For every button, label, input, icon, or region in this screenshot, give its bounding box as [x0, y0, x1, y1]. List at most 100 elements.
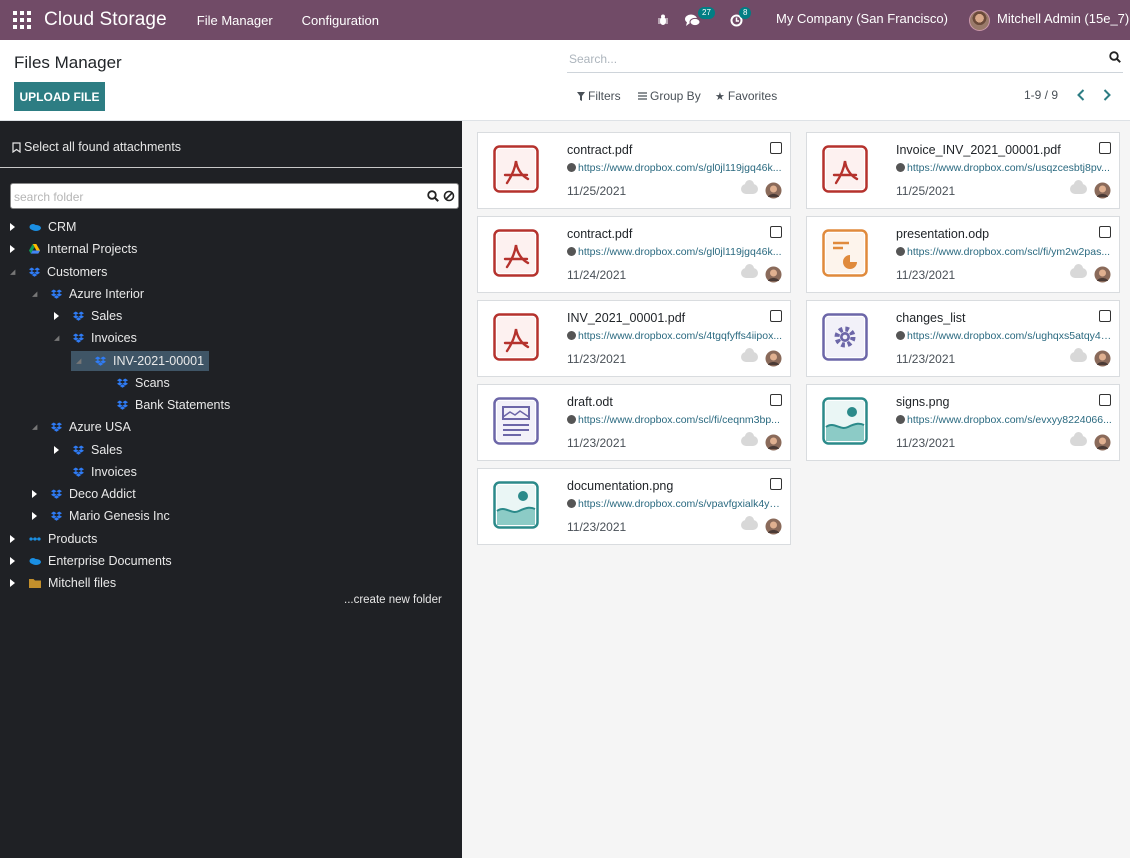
select-checkbox[interactable] [770, 478, 782, 490]
pager-next-icon[interactable] [1103, 89, 1111, 101]
clear-search-icon[interactable] [443, 190, 455, 202]
expand-caret-icon[interactable] [10, 579, 15, 587]
expand-caret-icon[interactable] [32, 512, 37, 521]
file-card[interactable]: INV_2021_00001.pdf https://www.dropbox.co… [477, 300, 791, 377]
document-icon[interactable] [493, 397, 539, 448]
group-by-button[interactable]: Group By [638, 89, 701, 103]
folder-item[interactable]: ◢ Customers [10, 262, 107, 282]
upload-file-button[interactable]: UPLOAD FILE [14, 82, 105, 111]
search-input[interactable]: Search... [567, 48, 1123, 73]
file-url[interactable]: https://www.dropbox.com/s/ughqxs5atqy4c.… [896, 330, 1112, 342]
folder-item[interactable]: Enterprise Documents [10, 551, 172, 571]
folder-item[interactable]: Sales [54, 440, 122, 460]
file-url[interactable]: https://www.dropbox.com/scl/fi/ceqnm3bp.… [567, 414, 783, 426]
app-menu-icon[interactable] [13, 11, 31, 29]
folder-item[interactable]: Bank Statements [98, 395, 230, 415]
file-url[interactable]: https://www.dropbox.com/s/usqzcesbtj8pv.… [896, 162, 1112, 174]
folder-item[interactable]: Scans [98, 373, 170, 393]
file-card[interactable]: draft.odt https://www.dropbox.com/scl/fi/… [477, 384, 791, 461]
file-url[interactable]: https://www.dropbox.com/s/vpavfgxialk4yk… [567, 498, 783, 510]
file-card[interactable]: documentation.png https://www.dropbox.com… [477, 468, 791, 545]
folder-item[interactable]: Deco Addict [32, 484, 136, 504]
file-card[interactable]: signs.png https://www.dropbox.com/s/evxyy… [806, 384, 1120, 461]
menu-configuration[interactable]: Configuration [302, 13, 379, 28]
file-url[interactable]: https://www.dropbox.com/scl/fi/ym2w2pas.… [896, 246, 1112, 258]
create-new-folder-link[interactable]: ...create new folder [344, 594, 442, 606]
folder-item[interactable]: Mitchell files [10, 573, 116, 593]
app-title[interactable]: Cloud Storage [44, 9, 167, 31]
pdf-icon[interactable] [822, 145, 868, 196]
file-card[interactable]: presentation.odp https://www.dropbox.com/… [806, 216, 1120, 293]
select-checkbox[interactable] [1099, 226, 1111, 238]
folder-item[interactable]: ◢ Azure Interior [32, 284, 144, 304]
expand-caret-icon[interactable] [10, 245, 15, 254]
collapse-caret-icon[interactable]: ◢ [32, 423, 37, 431]
company-switcher[interactable]: My Company (San Francisco) [776, 11, 948, 26]
file-name[interactable]: INV_2021_00001.pdf [567, 311, 685, 325]
presentation-icon[interactable] [822, 229, 868, 280]
select-checkbox[interactable] [1099, 394, 1111, 406]
folder-item[interactable]: Invoices [54, 462, 137, 482]
file-name[interactable]: contract.pdf [567, 227, 632, 241]
pager-value[interactable]: 1-9 / 9 [1024, 88, 1058, 102]
file-card[interactable]: contract.pdf https://www.dropbox.com/s/gl… [477, 216, 791, 293]
image-icon[interactable] [493, 481, 539, 532]
file-card[interactable]: Invoice_INV_2021_00001.pdf https://www.dr… [806, 132, 1120, 209]
expand-caret-icon[interactable] [10, 556, 15, 565]
file-name[interactable]: signs.png [896, 395, 950, 409]
menu-file-manager[interactable]: File Manager [197, 13, 273, 28]
pdf-icon[interactable] [493, 313, 539, 364]
folder-search-input[interactable]: search folder [10, 183, 459, 209]
file-name[interactable]: draft.odt [567, 395, 613, 409]
file-name[interactable]: contract.pdf [567, 143, 632, 157]
filters-button[interactable]: Filters [577, 89, 621, 103]
folder-item[interactable]: Internal Projects [10, 239, 137, 259]
file-name[interactable]: changes_list [896, 311, 966, 325]
pdf-icon[interactable] [493, 145, 539, 196]
expand-caret-icon[interactable] [54, 312, 59, 320]
search-icon[interactable] [1109, 51, 1121, 63]
folder-item[interactable]: ◢ Invoices [54, 328, 137, 348]
user-menu[interactable]: Mitchell Admin (15e_7) [997, 11, 1129, 26]
file-name[interactable]: Invoice_INV_2021_00001.pdf [896, 143, 1061, 157]
file-url[interactable]: https://www.dropbox.com/s/gl0jl119jgq46k… [567, 246, 783, 258]
favorites-button[interactable]: ★ Favorites [715, 89, 777, 103]
messages-icon[interactable] [685, 0, 700, 40]
select-checkbox[interactable] [770, 226, 782, 238]
pager-previous-icon[interactable] [1077, 89, 1085, 101]
select-checkbox[interactable] [770, 142, 782, 154]
folder-item[interactable]: ◢ INV-2021-00001 [71, 350, 210, 371]
expand-caret-icon[interactable] [54, 445, 59, 454]
folder-item[interactable]: ◢ Azure USA [32, 417, 131, 437]
debug-icon[interactable] [657, 0, 669, 40]
user-avatar[interactable] [969, 0, 990, 40]
activities-icon[interactable] [730, 0, 743, 40]
file-name[interactable]: documentation.png [567, 479, 673, 493]
select-checkbox[interactable] [1099, 310, 1111, 322]
folder-item[interactable]: Sales [54, 306, 122, 326]
file-card[interactable]: changes_list https://www.dropbox.com/s/ug… [806, 300, 1120, 377]
pdf-icon[interactable] [493, 229, 539, 280]
collapse-caret-icon[interactable]: ◢ [10, 268, 15, 276]
expand-caret-icon[interactable] [32, 490, 37, 498]
select-checkbox[interactable] [1099, 142, 1111, 154]
collapse-caret-icon[interactable]: ◢ [76, 357, 81, 365]
collapse-caret-icon[interactable]: ◢ [54, 334, 59, 342]
folder-item[interactable]: Products [10, 529, 97, 549]
file-card[interactable]: contract.pdf https://www.dropbox.com/s/gl… [477, 132, 791, 209]
folder-item[interactable]: Mario Genesis Inc [32, 506, 170, 526]
image-icon[interactable] [822, 397, 868, 448]
file-url[interactable]: https://www.dropbox.com/s/gl0jl119jgq46k… [567, 162, 783, 174]
gear-icon[interactable] [822, 313, 868, 364]
select-checkbox[interactable] [770, 310, 782, 322]
file-name[interactable]: presentation.odp [896, 227, 989, 241]
file-url[interactable]: https://www.dropbox.com/s/4tgqfyffs4iipo… [567, 330, 783, 342]
select-checkbox[interactable] [770, 394, 782, 406]
expand-caret-icon[interactable] [10, 223, 15, 231]
select-all-attachments-button[interactable]: Select all found attachments [12, 140, 181, 154]
folder-search-icon[interactable] [427, 190, 439, 202]
folder-item[interactable]: CRM [10, 217, 76, 237]
expand-caret-icon[interactable] [10, 534, 15, 543]
file-url[interactable]: https://www.dropbox.com/s/evxyy8224066..… [896, 414, 1112, 426]
collapse-caret-icon[interactable]: ◢ [32, 290, 37, 298]
